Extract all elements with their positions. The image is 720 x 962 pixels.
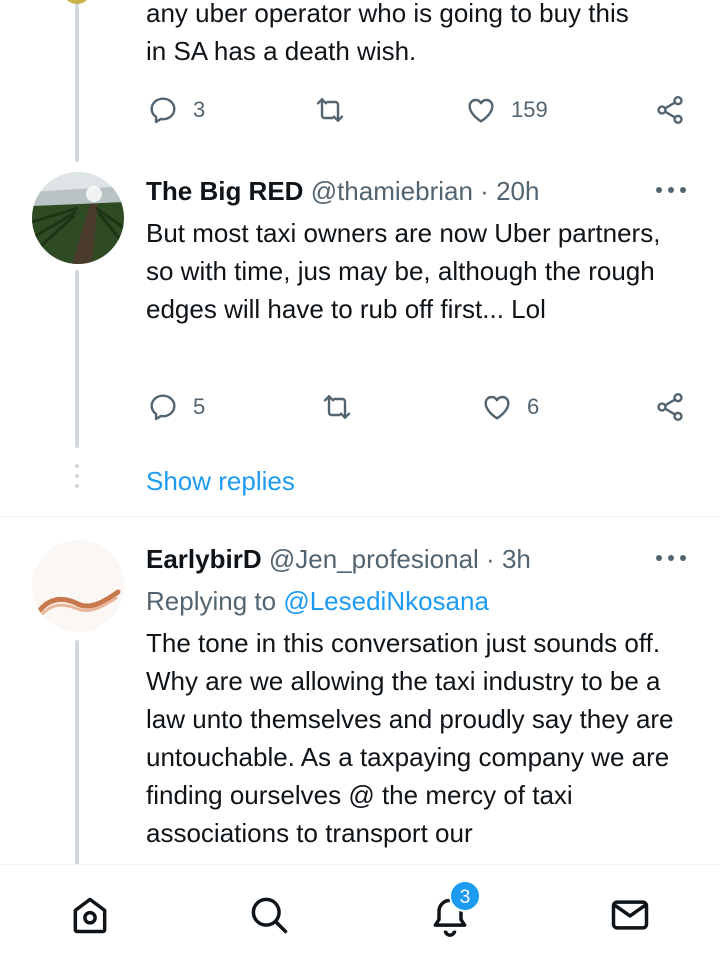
like-button[interactable]: 6	[481, 391, 539, 423]
tweet-text-line: in SA has a death wish.	[146, 36, 417, 66]
separator: ·	[486, 544, 495, 574]
share-icon	[657, 393, 683, 421]
heart-icon	[468, 98, 494, 123]
retweet-icon	[316, 98, 344, 122]
bottom-nav	[0, 864, 720, 962]
like-count: 6	[527, 394, 540, 419]
avatar[interactable]	[32, 172, 124, 264]
messages-icon	[611, 900, 649, 930]
nav-home[interactable]	[68, 893, 112, 937]
avatar-image	[32, 172, 124, 264]
reply-count: 3	[193, 97, 206, 122]
tweet-text: The tone in this conversation just sound…	[146, 628, 674, 848]
heart-icon	[484, 395, 510, 420]
avatar[interactable]	[62, 0, 92, 4]
notification-badge: 3	[449, 880, 481, 912]
separator: ·	[480, 176, 489, 206]
share-icon	[657, 96, 683, 124]
timestamp[interactable]: 20h	[496, 176, 539, 206]
avatar[interactable]	[32, 540, 124, 632]
nav-messages[interactable]	[608, 893, 652, 937]
tweet-text: any uber operator who is going to buy th…	[146, 0, 686, 70]
display-name[interactable]: The Big RED	[146, 176, 303, 206]
more-options-icon[interactable]	[656, 185, 686, 195]
user-handle[interactable]: @Jen_profesional	[269, 544, 479, 574]
retweet-button[interactable]	[320, 391, 354, 423]
reply-icon	[150, 97, 176, 124]
show-replies-link[interactable]: Show replies	[146, 462, 295, 500]
display-name[interactable]: EarlybirD	[146, 544, 262, 574]
tweet-header: EarlybirD @Jen_profesional · 3h	[146, 540, 531, 578]
like-count: 159	[511, 97, 548, 122]
thread-dots	[75, 464, 79, 494]
replying-to: Replying to @LesediNkosana	[146, 582, 489, 620]
reply-button[interactable]: 3	[147, 94, 205, 126]
share-button[interactable]	[654, 94, 686, 126]
more-options-icon[interactable]	[656, 553, 686, 563]
retweet-button[interactable]	[313, 94, 347, 126]
thread-line	[75, 270, 79, 448]
share-button[interactable]	[654, 391, 686, 423]
user-handle[interactable]: @thamiebrian	[311, 176, 473, 206]
replying-to-label: Replying to	[146, 586, 277, 616]
thread-line	[75, 0, 79, 162]
like-button[interactable]: 159	[465, 94, 548, 126]
thread-line	[75, 640, 79, 870]
tweet-header: The Big RED @thamiebrian · 20h	[146, 172, 539, 210]
tweet-text: But most taxi owners are now Uber partne…	[146, 218, 661, 324]
home-icon	[73, 897, 107, 934]
search-icon	[251, 897, 288, 934]
mention-link[interactable]: @LesediNkosana	[283, 586, 489, 616]
timestamp[interactable]: 3h	[502, 544, 531, 574]
retweet-icon	[323, 395, 351, 419]
avatar-image	[32, 540, 124, 632]
tweet-thread-screen: any uber operator who is going to buy th…	[0, 0, 720, 962]
reply-icon	[150, 394, 176, 421]
reply-count: 5	[193, 394, 206, 419]
reply-button[interactable]: 5	[147, 391, 205, 423]
nav-search[interactable]	[247, 893, 291, 937]
divider	[0, 516, 720, 517]
tweet-text-line: any uber operator who is going to buy th…	[146, 0, 629, 28]
